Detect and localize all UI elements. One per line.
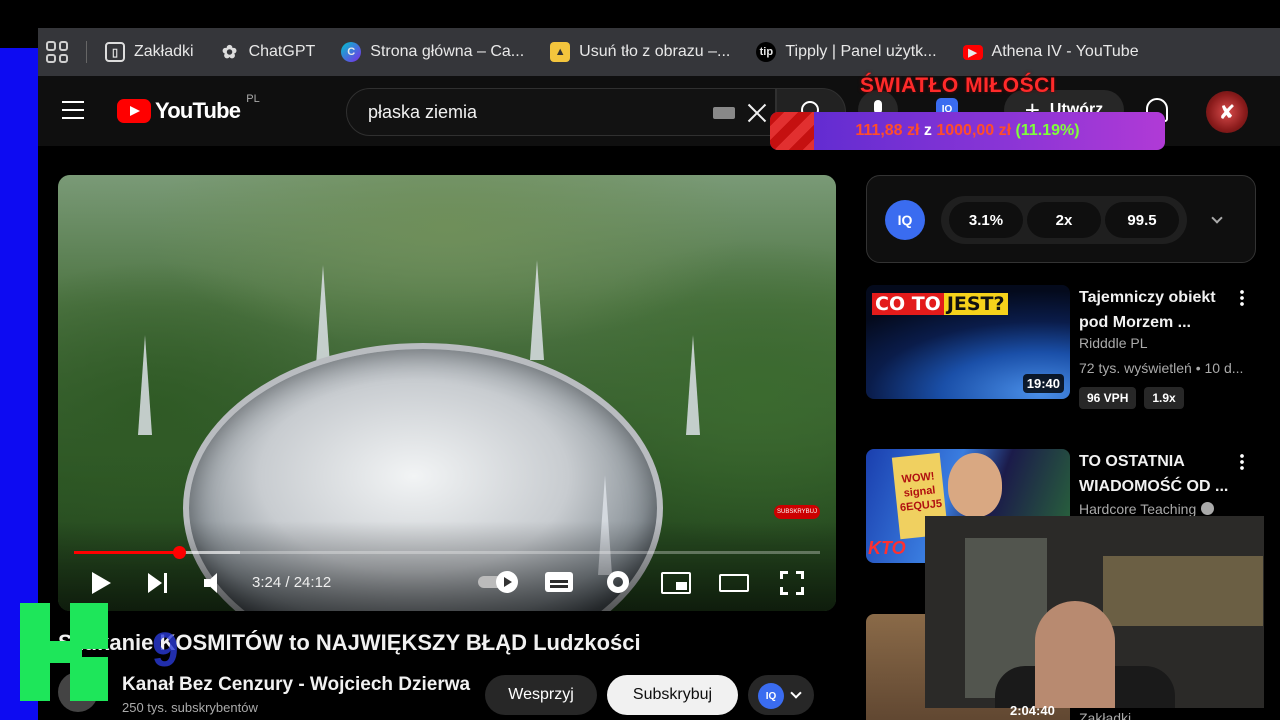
time-total: 24:12 [293,574,332,591]
seek-handle[interactable] [172,546,186,559]
iq-stats-panel: IQ 3.1% 2x 99.5 [866,175,1256,263]
close-icon[interactable] [745,101,769,125]
player-controls: 3:24 / 24:12 [58,567,836,599]
bookmark-label: Athena IV - YouTube [991,43,1139,60]
subscribe-button[interactable]: Subskrybuj [607,675,738,715]
multiplier-badge: 1.9x [1144,387,1184,409]
search-input[interactable]: płaska ziemia [346,88,776,136]
thumbnail-caption-2: KTO [868,538,906,558]
subscriber-count: 250 tys. subskrybentów [122,700,258,715]
subtitles-icon[interactable] [545,572,573,592]
iq-badge-icon: IQ [885,200,925,240]
youtube-logo[interactable]: YouTube PL [117,93,260,124]
keyboard-icon[interactable] [713,107,735,119]
bookmark-label: ChatGPT [248,43,316,60]
iq-stat-score: 99.5 [1105,202,1179,238]
tipply-icon: tip [756,42,777,62]
donation-goal: 1000,00 zł [936,122,1012,139]
vph-badges: 96 VPH 1.9x [1079,387,1184,409]
miniplayer-icon[interactable] [661,572,691,594]
donation-goal-title: ŚWIATŁO MIŁOŚCI [860,74,1057,97]
tower [530,260,544,360]
video-duration: 2:04:40 [1010,703,1055,718]
bookmark-label: Zakładki [134,43,194,60]
tower [138,335,152,435]
removebg-icon: ▲ [550,42,571,62]
verified-icon [1201,502,1215,515]
video-duration: 19:40 [1022,374,1064,393]
video-player[interactable]: SUBSKRYBUJ 3:24 / 24:12 [58,175,836,611]
bookmark-label: Strona główna – Ca... [370,43,525,60]
stream-k-logo: 9 [20,603,179,701]
bookmark-canva[interactable]: C Strona główna – Ca... [341,42,524,62]
video-thumbnail[interactable]: CO TO JEST? 19:40 [866,285,1070,399]
bookmark-label: Tipply | Panel użytk... [785,43,937,60]
donation-percent: (11.19%) [1015,122,1080,139]
account-avatar[interactable]: ✘ [1206,91,1248,133]
recommended-title[interactable]: TO OSTATNIA WIADOMOŚĆ OD ... [1079,449,1235,499]
time-current: 3:24 [252,574,282,591]
openai-icon: ✿ [222,41,238,62]
more-options-icon[interactable] [1240,453,1244,471]
tower [316,265,330,365]
recommended-meta: 72 tys. wyświetleń • 10 d... [1079,360,1244,376]
vph-badge: 96 VPH [1079,387,1137,409]
theater-mode-icon[interactable] [719,574,749,592]
play-icon[interactable] [92,572,111,594]
gear-icon[interactable] [607,571,629,593]
iq-menu-button[interactable]: IQ [748,675,814,715]
country-code: PL [246,93,260,105]
recommended-title-partial[interactable]: Zakładki... [1079,710,1143,720]
iq-stat-engagement: 3.1% [949,202,1023,238]
apps-grid-icon[interactable] [46,41,68,63]
recommended-channel[interactable]: Ridddle PL [1079,335,1148,351]
youtube-play-icon [117,99,151,123]
more-options-icon[interactable] [1240,289,1244,307]
overlay-digit: 9 [152,624,179,677]
donation-of: z [923,122,932,139]
recommended-title[interactable]: Tajemniczy obiekt pod Morzem ... [1079,285,1235,335]
seek-bar[interactable] [74,546,820,559]
autoplay-toggle[interactable] [478,571,520,593]
bookmark-zakladki[interactable]: ▯ Zakładki [105,42,194,62]
next-icon[interactable] [148,573,170,593]
recommended-video[interactable]: CO TO JEST? 19:40 Tajemniczy obiekt pod M… [866,285,1260,409]
bookmark-tipply[interactable]: tip Tipply | Panel użytk... [756,42,937,62]
bookmark-athena-youtube[interactable]: ▶ Athena IV - YouTube [962,43,1139,61]
bookmarks-bar: ▯ Zakładki ✿ ChatGPT C Strona główna – C… [38,28,1280,76]
donation-raised: 111,88 zł [855,122,920,139]
iq-stats-group: 3.1% 2x 99.5 [941,196,1187,244]
chevron-down-icon[interactable] [1211,212,1223,224]
thumbnail-face [948,453,1002,517]
video-title: Szukanie KOSMITÓW to NAJWIĘKSZY BŁĄD Lud… [58,630,641,655]
subscribe-watermark[interactable]: SUBSKRYBUJ [774,505,820,519]
recommended-channel[interactable]: Hardcore Teaching [1079,501,1215,517]
support-button[interactable]: Wesprzyj [485,675,597,715]
chevron-down-icon [790,687,802,699]
youtube-icon: ▶ [962,44,983,60]
iq-stat-multiplier: 2x [1027,202,1101,238]
iq-icon: IQ [758,683,784,709]
fullscreen-icon[interactable] [780,571,804,595]
webcam-overlay [925,516,1264,708]
time-display: 3:24 / 24:12 [252,574,332,591]
bookmark-icon: ▯ [105,42,125,62]
bookmark-label: Usuń tło z obrazu –... [579,43,731,60]
canva-icon: C [341,42,362,62]
menu-icon[interactable] [62,101,84,119]
search-query: płaska ziemia [368,102,478,122]
donation-progress-bar: 111,88 zł z 1000,00 zł (11.19%) [770,112,1165,150]
streamer-face [1035,601,1115,708]
bookmark-removebg[interactable]: ▲ Usuń tło z obrazu –... [550,42,730,62]
bookmark-chatgpt[interactable]: ✿ ChatGPT [220,41,316,62]
bookmarks-separator [86,41,87,63]
thumbnail-caption: CO TO JEST? [872,293,1008,315]
volume-icon[interactable] [204,573,230,593]
seek-played [74,551,179,554]
donation-progress-text: 111,88 zł z 1000,00 zł (11.19%) [770,122,1165,140]
youtube-logo-text: YouTube [155,98,241,123]
tower [686,335,700,435]
